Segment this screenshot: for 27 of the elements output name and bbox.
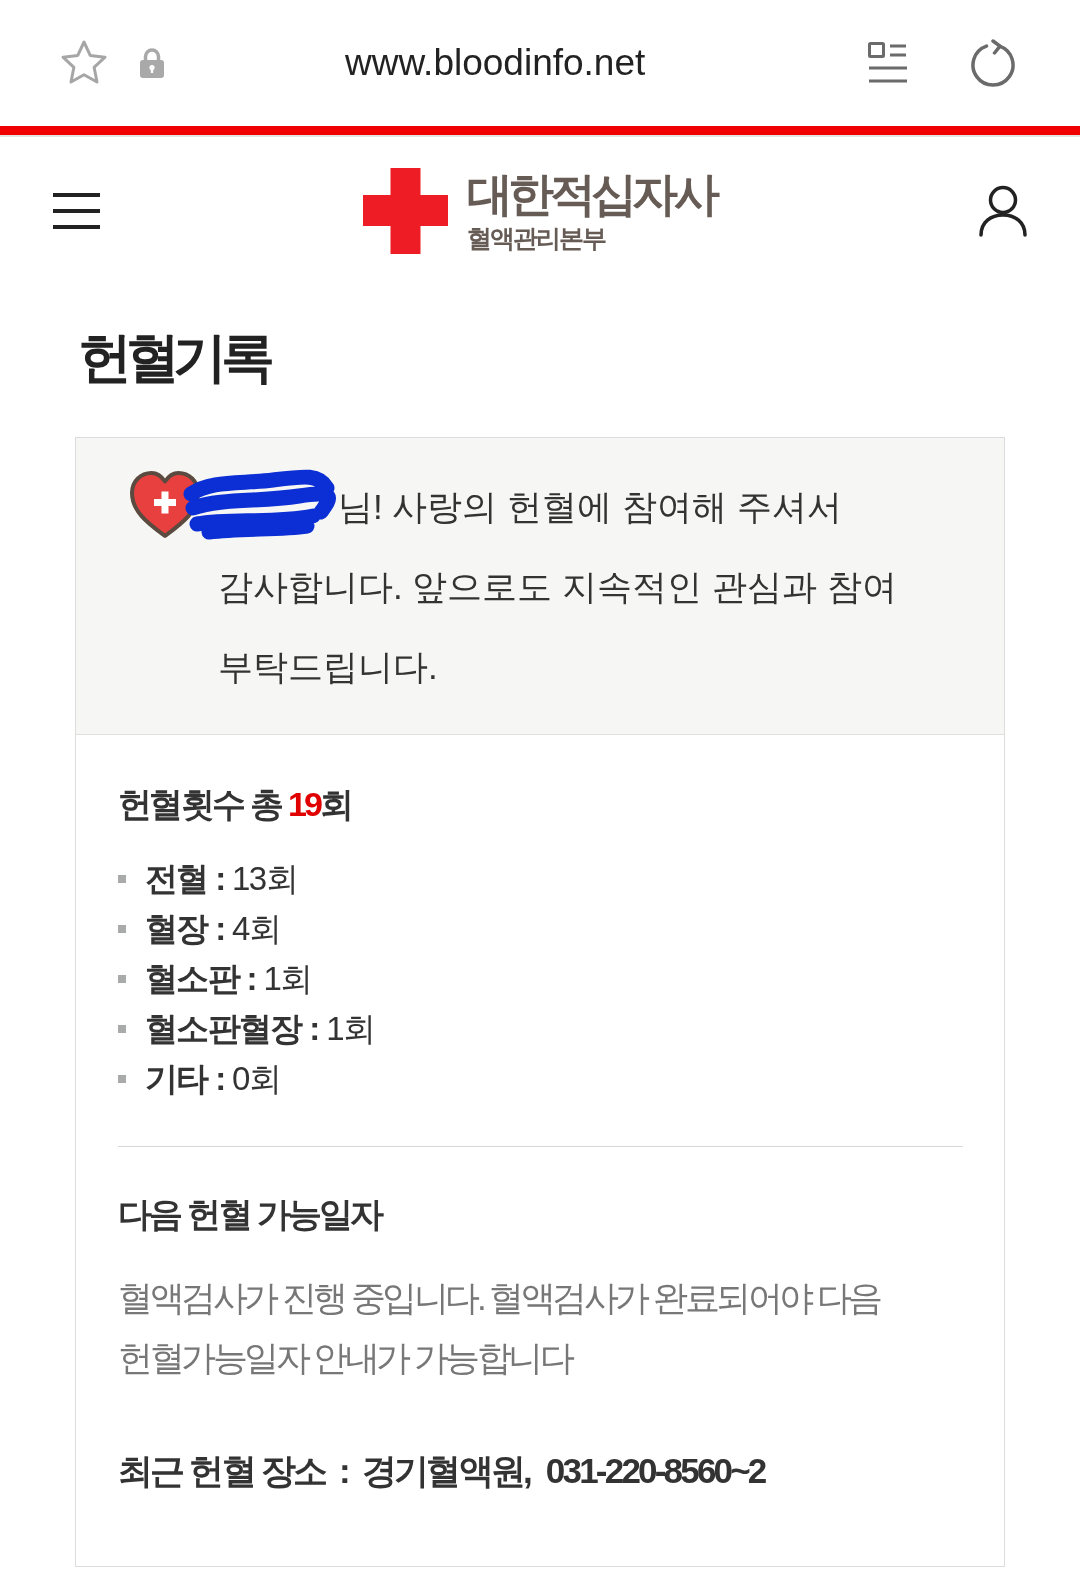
square-bullet-icon bbox=[118, 1075, 126, 1083]
site-logo[interactable]: 대한적십자사 혈액관리본부 bbox=[362, 168, 716, 254]
next-date-message: 혈액검사가 진행 중입니다. 혈액검사가 완료되어야 다음 헌혈가능일자 안내가 가능합니다 bbox=[118, 1277, 882, 1379]
refresh-icon[interactable] bbox=[970, 39, 1016, 87]
donation-type-count: 기타 : 0회 bbox=[145, 1059, 281, 1099]
logo-title: 대한적십자사 bbox=[466, 169, 716, 219]
greeting-message: 감사합니다. 앞으로도 지속적인 관심과 참여 부탁드립니다. bbox=[217, 566, 898, 688]
donation-type-count: 혈소판 : 1회 bbox=[145, 959, 312, 999]
cross-logo-icon bbox=[362, 168, 448, 254]
donation-type-count: 혈소판혈장 : 1회 bbox=[145, 1009, 375, 1049]
page-title: 헌혈기록 bbox=[78, 327, 269, 387]
square-bullet-icon bbox=[118, 875, 126, 883]
heart-cross-icon bbox=[129, 470, 201, 540]
square-bullet-icon bbox=[118, 975, 126, 983]
menu-icon[interactable] bbox=[53, 193, 100, 229]
user-icon[interactable] bbox=[978, 185, 1028, 237]
reader-mode-icon[interactable] bbox=[868, 42, 908, 84]
donation-total-heading: 헌혈횟수 총 19회 bbox=[118, 784, 352, 825]
url-text[interactable]: www.bloodinfo.net bbox=[345, 41, 646, 85]
donation-type-count: 혈장 : 4회 bbox=[145, 909, 281, 949]
square-bullet-icon bbox=[118, 1025, 126, 1033]
donation-type-count: 전혈 : 13회 bbox=[145, 859, 297, 899]
recent-donation-place: 최근 헌혈 장소 : 경기혈액원, 031-220-8560~2 bbox=[118, 1450, 765, 1492]
square-bullet-icon bbox=[118, 925, 126, 933]
greeting-message: 님! 사랑의 헌혈에 참여해 주셔서 bbox=[338, 486, 842, 528]
logo-subtitle: 혈액관리본부 bbox=[466, 223, 607, 253]
next-date-heading: 다음 헌혈 가능일자 bbox=[118, 1194, 382, 1235]
